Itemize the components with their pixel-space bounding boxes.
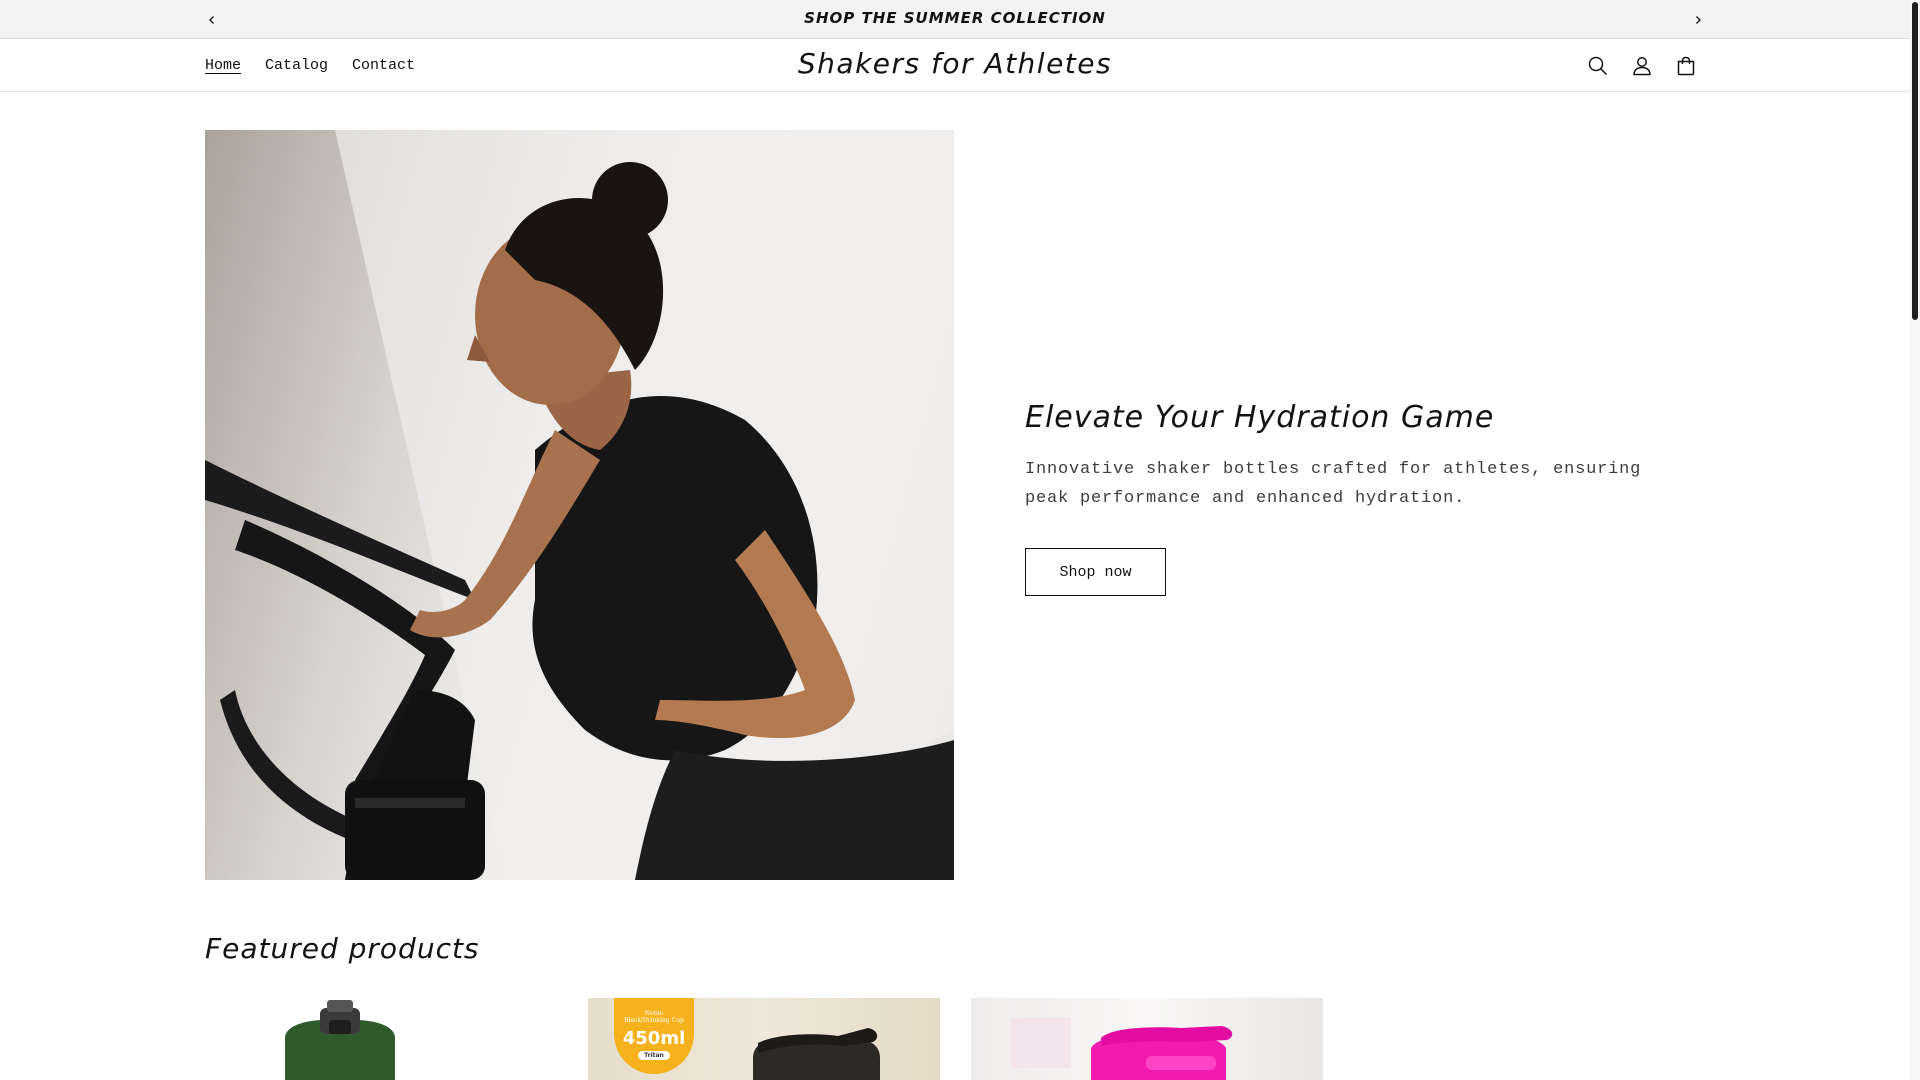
black-shaker-image (753, 1028, 880, 1080)
hero-description: Innovative shaker bottles crafted for at… (1025, 460, 1642, 508)
announcement-next-button[interactable] (1686, 8, 1710, 32)
pink-shaker-image (1011, 1018, 1233, 1080)
scrollbar-thumb[interactable] (1912, 2, 1918, 320)
cart-button[interactable] (1672, 52, 1700, 80)
athlete-cycling-image (205, 130, 954, 880)
account-icon (1633, 57, 1651, 76)
green-shaker-image (285, 1000, 395, 1080)
header-icons (1584, 52, 1700, 80)
chevron-right-icon (1696, 16, 1701, 24)
search-button[interactable] (1584, 52, 1612, 80)
shop-now-button[interactable]: Shop now (1025, 548, 1166, 596)
announcement-bar: SHOP THE SUMMER COLLECTION (0, 0, 1910, 39)
announcement-text[interactable]: SHOP THE SUMMER COLLECTION (0, 9, 1910, 27)
site-header: Home Catalog Contact Shakers for Athlete… (0, 40, 1910, 92)
hero-title: Elevate Your Hydration Game (1025, 400, 1495, 435)
product-card-green-shaker[interactable] (205, 998, 557, 1080)
hero-image (205, 130, 954, 880)
search-icon (1588, 56, 1608, 76)
hero-content: Elevate Your Hydration Game Innovative s… (1025, 400, 1645, 596)
page-scrollbar[interactable] (1910, 0, 1920, 1080)
featured-products-title: Featured products (205, 932, 480, 965)
cart-icon (1677, 56, 1695, 76)
product-card-pink-shaker[interactable] (971, 998, 1323, 1080)
product-card-black-shaker[interactable]: Noble Black/Drinking Cup 450ml Tritan (588, 998, 940, 1080)
account-button[interactable] (1628, 52, 1656, 80)
